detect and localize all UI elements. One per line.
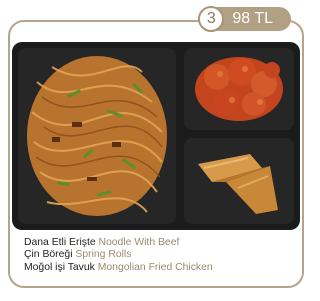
dish-name-tr: Çin Böreği: [24, 249, 73, 261]
dish-name-en: Noodle With Beef: [98, 237, 180, 248]
chicken-image: [195, 57, 283, 121]
dish-list: Dana Etli Erişte Noodle With Beef Çin Bö…: [24, 237, 213, 274]
price-label: 98 TL: [214, 7, 291, 31]
dish-name-en: Spring Rolls: [75, 249, 132, 261]
food-tray-image: [12, 42, 300, 230]
dish-name-tr: Dana Etli Erişte: [24, 237, 96, 248]
dish-name-en: Mongolian Fried Chicken: [97, 261, 213, 273]
dish-name-tr: Moğol işi Tavuk: [24, 261, 95, 273]
dish-item: Moğol işi Tavuk Mongolian Fried Chicken: [24, 262, 213, 274]
noodles-image: [27, 56, 167, 216]
price-badge: 3 98 TL: [198, 6, 291, 32]
dish-item: Dana Etli Erişte Noodle With Beef: [24, 237, 213, 249]
dish-item: Çin Böreği Spring Rolls: [24, 249, 213, 261]
